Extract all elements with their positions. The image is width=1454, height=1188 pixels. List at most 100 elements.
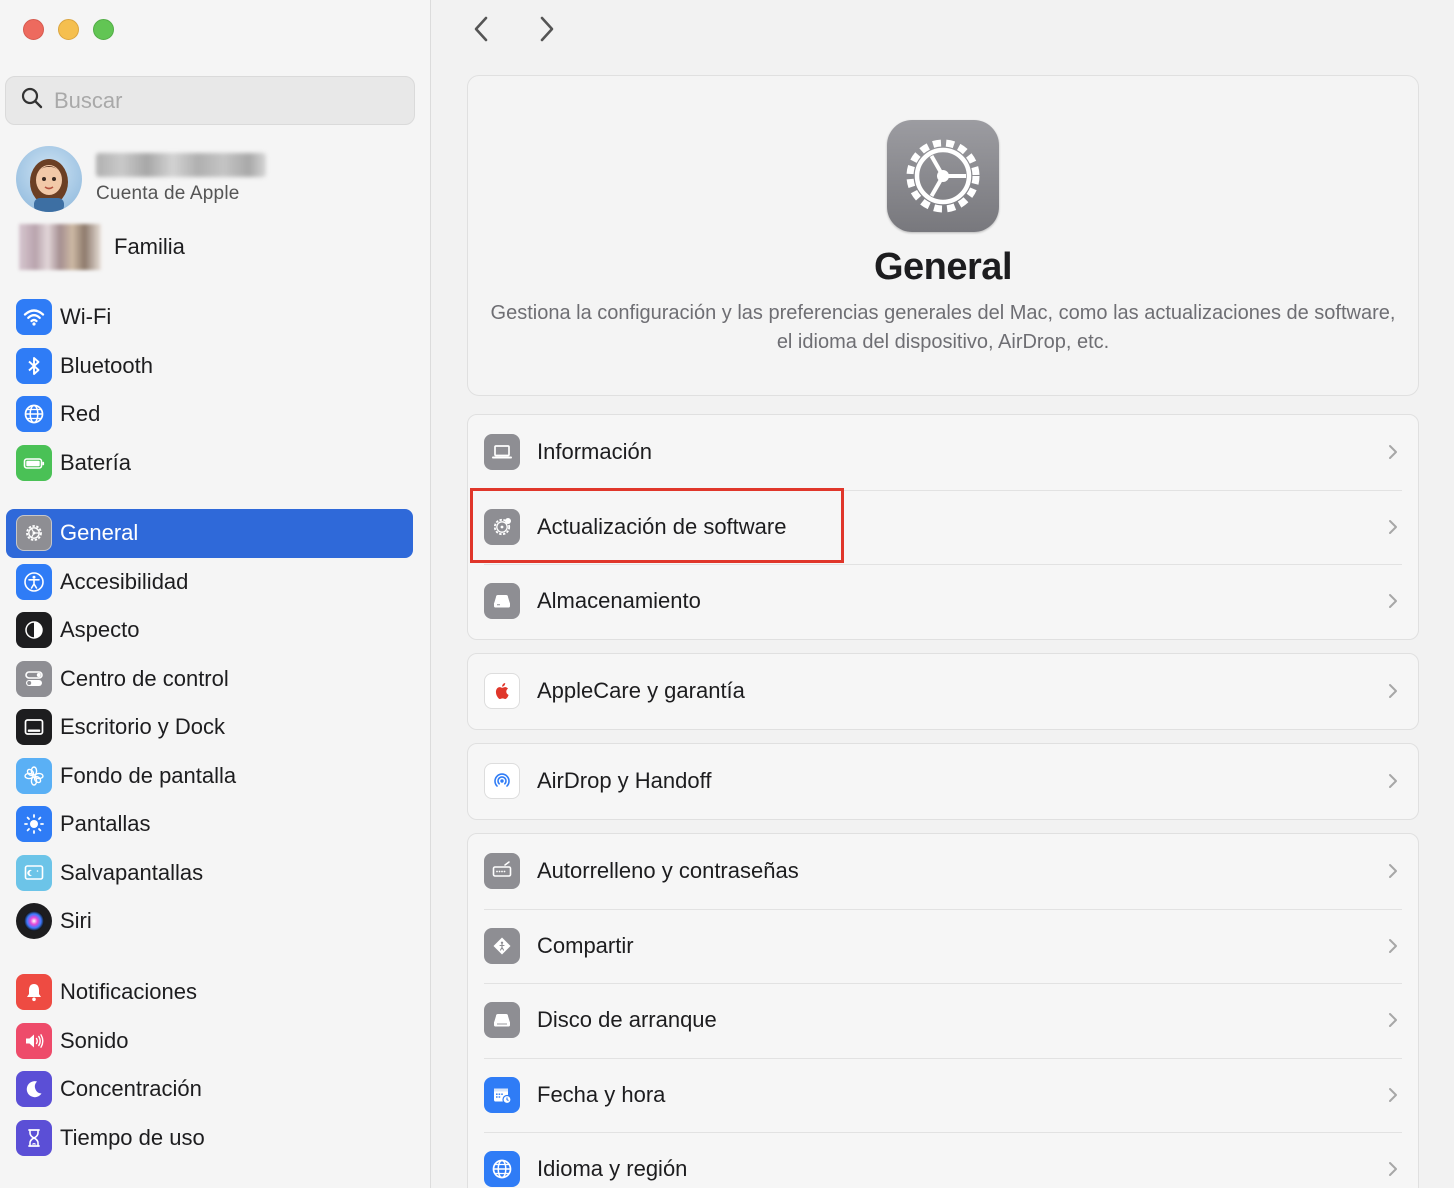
sidebar-item-bluetooth[interactable]: Bluetooth: [6, 342, 413, 391]
sidebar-item-wallpaper[interactable]: Fondo de pantalla: [6, 752, 413, 801]
minimize-window-button[interactable]: [58, 19, 79, 40]
row-storage[interactable]: Almacenamiento: [468, 564, 1418, 639]
sidebar-item-label: Salvapantallas: [60, 859, 204, 885]
chevron-right-icon: [540, 16, 554, 42]
sidebar-group-network: Wi-Fi Bluetooth Red Batería: [6, 293, 413, 487]
general-gear-icon: [887, 120, 999, 232]
sidebar-item-siri[interactable]: Siri: [6, 897, 413, 946]
sidebar-item-label: Aspecto: [60, 617, 140, 643]
chevron-right-icon: [1389, 1162, 1397, 1177]
sidebar-item-label: Concentración: [60, 1076, 202, 1102]
general-header-card: General Gestiona la configuración y las …: [467, 75, 1419, 396]
chevron-right-icon: [1389, 1013, 1397, 1028]
family-item[interactable]: Familia: [19, 224, 185, 270]
sidebar-item-label: Batería: [60, 449, 131, 475]
airdrop-icon: [484, 763, 520, 800]
sidebar-item-wifi[interactable]: Wi-Fi: [6, 293, 413, 342]
settings-group-system: Autorrelleno y contraseñas Compartir Dis…: [467, 833, 1419, 1188]
accessibility-icon: [16, 563, 52, 600]
search-input[interactable]: [54, 87, 394, 114]
sidebar-item-network[interactable]: Red: [6, 390, 413, 439]
chevron-right-icon: [1389, 684, 1397, 699]
chevron-right-icon: [1389, 938, 1397, 953]
search-icon: [20, 86, 44, 115]
sidebar-item-screen-time[interactable]: Tiempo de uso: [6, 1114, 413, 1163]
sidebar-item-appearance[interactable]: Aspecto: [6, 606, 413, 655]
row-label: AppleCare y garantía: [537, 678, 745, 704]
software-update-icon: [484, 508, 520, 545]
gear-icon: [16, 515, 52, 552]
history-navigation: [468, 12, 560, 46]
sidebar-group-personal: Notificaciones Sonido Concentración Tiem…: [6, 968, 413, 1162]
chevron-right-icon: [1389, 1087, 1397, 1102]
apple-account[interactable]: Cuenta de Apple: [16, 146, 266, 212]
bluetooth-icon: [16, 347, 52, 384]
sidebar-item-sound[interactable]: Sonido: [6, 1017, 413, 1066]
family-avatars: [19, 224, 101, 270]
sidebar-item-focus[interactable]: Concentración: [6, 1065, 413, 1114]
moon-icon: [16, 1071, 52, 1108]
row-about[interactable]: Información: [468, 415, 1418, 490]
chevron-right-icon: [1389, 519, 1397, 534]
sidebar-item-desktop-dock[interactable]: Escritorio y Dock: [6, 703, 413, 752]
sidebar-item-control-center[interactable]: Centro de control: [6, 655, 413, 704]
battery-icon: [16, 444, 52, 481]
row-language-region[interactable]: Idioma y región: [468, 1132, 1418, 1188]
row-label: Almacenamiento: [537, 588, 701, 614]
calendar-clock-icon: [484, 1076, 520, 1113]
row-label: Disco de arranque: [537, 1007, 717, 1033]
sidebar-item-displays[interactable]: Pantallas: [6, 800, 413, 849]
family-label: Familia: [114, 234, 185, 259]
row-startup-disk[interactable]: Disco de arranque: [468, 983, 1418, 1058]
row-label: Actualización de software: [537, 513, 787, 539]
row-autofill-passwords[interactable]: Autorrelleno y contraseñas: [468, 834, 1418, 909]
control-center-icon: [16, 660, 52, 697]
sidebar-item-label: Red: [60, 401, 101, 427]
row-sharing[interactable]: Compartir: [468, 908, 1418, 984]
row-software-update[interactable]: Actualización de software: [468, 489, 1418, 565]
row-applecare[interactable]: AppleCare y garantía: [468, 654, 1418, 729]
avatar: [16, 146, 82, 212]
account-subtitle: Cuenta de Apple: [96, 183, 240, 204]
sidebar-item-accessibility[interactable]: Accesibilidad: [6, 558, 413, 607]
sidebar-item-label: Accesibilidad: [60, 568, 189, 594]
close-window-button[interactable]: [23, 19, 44, 40]
sidebar-item-label: Centro de control: [60, 665, 229, 691]
row-date-time[interactable]: Fecha y hora: [468, 1057, 1418, 1133]
search-field[interactable]: [5, 76, 415, 125]
dock-icon: [16, 709, 52, 746]
row-label: AirDrop y Handoff: [537, 768, 712, 794]
screensaver-icon: [16, 854, 52, 891]
chevron-right-icon: [1389, 594, 1397, 609]
chevron-right-icon: [1389, 774, 1397, 789]
displays-icon: [16, 806, 52, 843]
hourglass-icon: [16, 1119, 52, 1156]
sidebar-item-label: General: [60, 520, 139, 546]
settings-group-airdrop: AirDrop y Handoff: [467, 743, 1419, 820]
row-airdrop-handoff[interactable]: AirDrop y Handoff: [468, 744, 1418, 819]
page-description: Gestiona la configuración y las preferen…: [490, 302, 1396, 353]
main-pane: General Gestiona la configuración y las …: [432, 0, 1454, 1188]
storage-icon: [484, 583, 520, 620]
sidebar-item-general[interactable]: General: [6, 509, 413, 558]
sidebar-item-notifications[interactable]: Notificaciones: [6, 968, 413, 1017]
forward-button[interactable]: [534, 12, 560, 46]
sidebar: Cuenta de Apple Familia Wi-Fi Bluetooth …: [0, 0, 431, 1188]
sidebar-item-label: Tiempo de uso: [60, 1124, 205, 1150]
speaker-icon: [16, 1022, 52, 1059]
sidebar-item-battery[interactable]: Batería: [6, 439, 413, 488]
page-title: General: [873, 246, 1013, 288]
row-label: Compartir: [537, 932, 634, 958]
sidebar-item-label: Escritorio y Dock: [60, 714, 226, 740]
sidebar-group-system: General Accesibilidad Aspecto Centro de …: [6, 509, 413, 946]
chevron-right-icon: [1389, 864, 1397, 879]
row-label: Autorrelleno y contraseñas: [537, 858, 799, 884]
back-button[interactable]: [468, 12, 494, 46]
sidebar-item-label: Pantallas: [60, 811, 151, 837]
sidebar-item-label: Bluetooth: [60, 352, 153, 378]
zoom-window-button[interactable]: [93, 19, 114, 40]
sidebar-item-label: Notificaciones: [60, 979, 197, 1005]
laptop-icon: [484, 434, 520, 471]
settings-group-applecare: AppleCare y garantía: [467, 653, 1419, 730]
sidebar-item-screensaver[interactable]: Salvapantallas: [6, 849, 413, 898]
